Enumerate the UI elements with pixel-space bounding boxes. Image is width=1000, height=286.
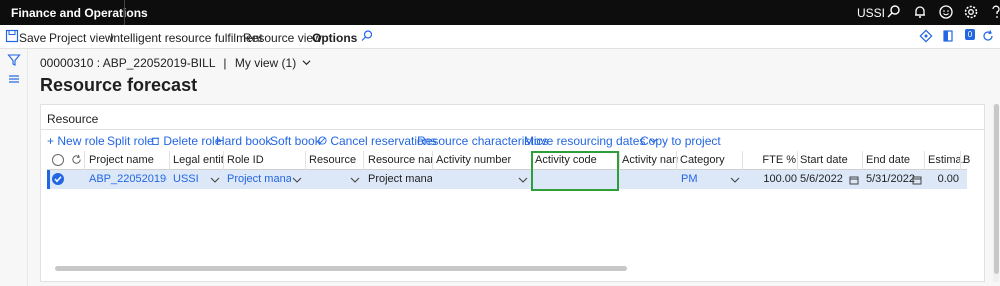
cell-estimate[interactable]: 0.00 [927,173,959,185]
topbar-divider [124,0,125,25]
cell-fte[interactable]: 100.00 [747,173,797,185]
col-end-date[interactable]: End date [866,154,924,166]
chevron-down-icon[interactable] [210,174,220,184]
column-separator [619,151,620,170]
top-navigation-bar: Finance and Operations USSI [0,0,1000,25]
chevron-down-icon[interactable] [518,174,528,184]
col-activity-name[interactable]: Activity name [622,154,678,166]
cell-role-id[interactable]: Project mana... [227,173,291,185]
column-separator [960,151,961,170]
horizontal-scrollbar[interactable] [55,266,627,271]
table-row[interactable]: ABP_22052019-B... USSI Project mana... P… [47,170,967,189]
breadcrumb-separator: | [223,56,227,70]
col-category[interactable]: Category [680,154,740,166]
trash-icon [151,134,163,148]
attachments-badge[interactable]: 0 [965,29,975,40]
menu-icon[interactable] [7,72,21,86]
activity-code-highlight [531,151,619,191]
col-b[interactable]: B [963,154,971,166]
refresh-icon[interactable] [981,29,995,43]
chevron-down-icon[interactable] [730,174,740,184]
column-separator [676,151,677,170]
gear-icon[interactable] [963,4,979,20]
col-resource-name[interactable]: Resource name [368,154,432,166]
vertical-scrollbar[interactable] [994,104,999,274]
grid-header: Project name Legal entity Role ID Resour… [47,151,970,170]
app-title[interactable]: Finance and Operations [11,6,148,20]
tab-intelligent-resource-fulfilment[interactable]: Intelligent resource fulfilment [110,31,263,45]
office-icon[interactable] [941,29,955,43]
col-project-name[interactable]: Project name [89,154,167,166]
col-role-id[interactable]: Role ID [227,154,305,166]
save-button[interactable]: Save [19,31,46,45]
soft-book-button[interactable]: Soft book [270,134,321,148]
split-role-button[interactable]: Split role [107,134,154,148]
filter-icon[interactable] [7,53,21,67]
col-start-date[interactable]: Start date [800,154,862,166]
chevron-down-icon[interactable] [302,56,311,66]
column-separator [84,151,85,170]
refresh-icon[interactable] [71,154,82,165]
column-separator [363,151,364,170]
chevron-down-icon[interactable] [292,174,302,184]
search-icon[interactable] [360,29,374,43]
resource-panel: Resource + New role Split role Delete ro… [40,104,985,282]
row-selected-check[interactable] [52,173,64,185]
column-separator [305,151,306,170]
col-resource[interactable]: Resource [309,154,363,166]
hard-book-button[interactable]: Hard book [216,134,271,148]
cell-end-date[interactable]: 5/31/2022 [866,173,916,185]
breadcrumb: 00000310 : ABP_22052019-BILL | My view (… [40,56,311,70]
cell-project-name[interactable]: ABP_22052019-B... [89,173,167,185]
smiley-icon[interactable] [938,4,954,20]
cell-resource-name[interactable]: Project mana... [368,173,432,185]
col-legal-entity[interactable]: Legal entity [173,154,223,166]
save-icon[interactable] [5,29,19,43]
new-role-button[interactable]: + New role [47,134,105,148]
column-separator [862,151,863,170]
view-selector[interactable]: My view (1) [235,56,296,70]
cell-legal-entity[interactable]: USSI [173,173,203,185]
copy-to-project-button[interactable]: Copy to project [640,134,721,148]
tab-project-view[interactable]: Project view [49,31,114,45]
column-separator [169,151,170,170]
column-separator [924,151,925,170]
column-separator [432,151,433,170]
col-fte[interactable]: FTE % [746,154,796,166]
calendar-icon[interactable] [849,174,859,185]
cancel-icon [318,134,330,148]
help-icon[interactable] [988,4,1000,20]
calendar-icon[interactable] [912,174,922,185]
panel-divider [41,129,984,130]
diamond-icon[interactable] [919,29,933,43]
action-pane: Save Project view Intelligent resource f… [0,25,1000,49]
move-resourcing-dates-button[interactable]: Move resourcing dates [524,134,658,148]
chevron-down-icon[interactable] [350,174,360,184]
resource-grid: Project name Legal entity Role ID Resour… [47,151,970,273]
cell-start-date[interactable]: 5/6/2022 [800,173,850,185]
record-caption: 00000310 : ABP_22052019-BILL [40,56,216,70]
cell-category[interactable]: PM [681,173,721,185]
search-icon[interactable] [886,4,902,20]
select-all-radio[interactable] [52,154,64,166]
page-title: Resource forecast [40,75,198,95]
column-separator [223,151,224,170]
delete-role-button[interactable]: Delete role [151,134,221,148]
column-separator [797,151,798,170]
column-separator [742,151,743,170]
plus-icon: + [47,134,55,148]
bell-icon[interactable] [912,4,928,20]
col-estimate[interactable]: Estima... [928,154,964,166]
left-rail [0,49,28,286]
tab-resource-view[interactable]: Resource view [243,31,322,45]
tab-options[interactable]: Options [312,31,357,45]
col-activity-number[interactable]: Activity number [436,154,530,166]
panel-title[interactable]: Resource [47,112,98,126]
company-picker[interactable]: USSI [857,6,885,20]
